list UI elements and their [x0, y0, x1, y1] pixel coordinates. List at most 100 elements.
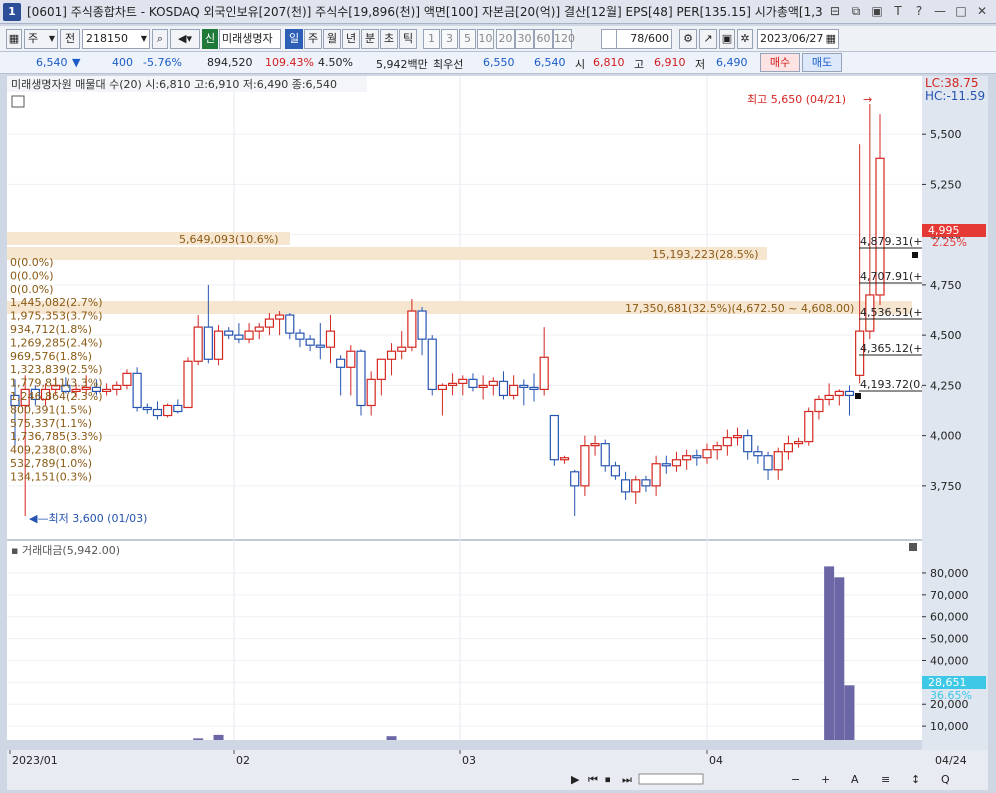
- level-marker: [912, 252, 918, 258]
- layout-icon[interactable]: ▦: [6, 29, 22, 49]
- volume-profile-label: 532,789(1.0%): [10, 457, 92, 470]
- window-control-3-icon[interactable]: T: [890, 3, 906, 19]
- candle-body: [234, 334, 244, 340]
- candle-body: [580, 445, 590, 487]
- period-tab[interactable]: 주: [304, 29, 322, 49]
- window-controls: ⊟ ⧉ ▣ T? — □ ✕: [827, 3, 990, 19]
- candle-body: [376, 358, 386, 380]
- chevron-down-icon: ▼: [140, 34, 147, 43]
- period-tab[interactable]: 년: [342, 29, 360, 49]
- minute-option[interactable]: 1: [423, 29, 440, 49]
- period-tab[interactable]: 분: [361, 29, 379, 49]
- volume-profile-label: 1,736,785(3.3%): [10, 430, 103, 443]
- scrollbar-icon: −: [791, 773, 800, 786]
- speaker-icon[interactable]: ◀▾: [170, 29, 200, 49]
- candle-body: [305, 338, 315, 346]
- minute-option[interactable]: 30: [515, 29, 534, 49]
- window-number: 1: [3, 2, 21, 21]
- period-tab[interactable]: 일: [285, 29, 303, 49]
- candle-body: [763, 455, 773, 471]
- bar-count-value: 78: [630, 32, 645, 45]
- indicator-icon[interactable]: ⚙: [679, 29, 697, 49]
- price-tick-label: 4,750: [930, 279, 962, 292]
- stock-code-input[interactable]: 218150 ▼: [82, 29, 150, 49]
- chart-scrollbar[interactable]: ▶ ⏮ ⏹ ⏭ − + A ≡ ↕ Q: [7, 768, 988, 790]
- minute-option[interactable]: 60: [534, 29, 553, 49]
- volume-profile-label: 0(0.0%): [10, 283, 54, 296]
- candle-body: [498, 380, 509, 397]
- chart-svg[interactable]: 미래생명자원 매물대 수(20) 시:6,810 고:6,910 저:6,490…: [7, 76, 924, 747]
- candle-body: [173, 404, 183, 413]
- minute-option[interactable]: 5: [459, 29, 476, 49]
- save-icon[interactable]: ▣: [719, 29, 735, 49]
- period-select[interactable]: 주 ▼: [24, 29, 58, 49]
- search-icon[interactable]: ⌕: [152, 29, 168, 49]
- candle-body: [610, 465, 621, 477]
- hc-label: HC:-11.59: [925, 89, 985, 103]
- window-control-2-icon[interactable]: ▣: [869, 3, 885, 19]
- trade-amount: 5,942백만: [376, 58, 428, 71]
- volume-tick-label: 40,000: [930, 654, 969, 667]
- price-tick-label: 3,750: [930, 480, 962, 493]
- scrollbar-icon: ↕: [911, 773, 920, 786]
- minute-option[interactable]: 20: [496, 29, 515, 49]
- bar-count-input[interactable]: 78/600: [616, 29, 672, 49]
- stock-name-field[interactable]: 미래생명자: [219, 29, 281, 49]
- candle-body: [132, 372, 142, 409]
- volume-bar: [844, 685, 855, 740]
- volume-bar: [824, 566, 835, 740]
- candle-body: [753, 451, 763, 457]
- candle-body: [814, 398, 824, 413]
- volume-tick-label: 70,000: [930, 589, 969, 602]
- volume-pct-tag: 36.65%: [930, 689, 972, 702]
- candle-body: [722, 437, 732, 447]
- candle-body: [193, 326, 203, 362]
- window-control-6-icon[interactable]: □: [953, 3, 969, 19]
- buy-button[interactable]: 매수: [760, 53, 800, 72]
- period-tab[interactable]: 초: [380, 29, 398, 49]
- gear-icon[interactable]: ✲: [737, 29, 753, 49]
- candle-body: [468, 378, 478, 388]
- jeon-button[interactable]: 전: [60, 29, 80, 49]
- volume-bar: [193, 738, 204, 740]
- candle-body: [529, 386, 539, 390]
- candle-body: [488, 380, 498, 386]
- window-control-5-icon[interactable]: —: [932, 3, 948, 19]
- x-end-label: 04/24: [935, 754, 967, 767]
- right-arrow-icon: →: [863, 93, 872, 106]
- volume-profile-label: 0(0.0%): [10, 269, 54, 282]
- candle-body: [427, 338, 437, 390]
- scrollbar-icon: ≡: [881, 773, 890, 786]
- date-input[interactable]: 2023/06/27 ▦: [757, 29, 839, 49]
- window-control-7-icon[interactable]: ✕: [974, 3, 990, 19]
- minute-option[interactable]: 10: [477, 29, 494, 49]
- level-marker: [855, 393, 861, 399]
- sell-button[interactable]: 매도: [802, 53, 842, 72]
- period-tab[interactable]: 틱: [399, 29, 417, 49]
- price-tick-label: 4,000: [930, 430, 962, 443]
- scrollbar-svg[interactable]: ▶ ⏮ ⏹ ⏭ − + A ≡ ↕ Q: [7, 768, 988, 790]
- candle-body: [112, 384, 122, 390]
- high-label: 고: [634, 58, 645, 71]
- candle-body: [712, 445, 722, 451]
- chart-area[interactable]: 미래생명자원 매물대 수(20) 시:6,810 고:6,910 저:6,490…: [7, 76, 924, 747]
- window-control-0-icon[interactable]: ⊟: [827, 3, 843, 19]
- window-control-1-icon[interactable]: ⧉: [848, 3, 864, 19]
- price-tick-label: 4,500: [930, 329, 962, 342]
- scrollbar-icon: ⏮: [588, 773, 598, 786]
- period-select-value: 주: [28, 32, 39, 45]
- period-tab[interactable]: 월: [323, 29, 341, 49]
- draw-tool-icon[interactable]: ↗: [699, 29, 717, 49]
- best-bid: 6,540: [534, 56, 566, 69]
- zoom-slider: [638, 773, 704, 785]
- window-title: [0601] 주식종합차트 - KOSDAQ 외국인보유[207(천)] 주식수…: [27, 5, 823, 19]
- minute-option[interactable]: 120: [553, 29, 575, 49]
- candle-body: [631, 479, 641, 493]
- minute-option[interactable]: 3: [441, 29, 458, 49]
- current-price: 6,540: [36, 56, 68, 69]
- window-control-4-icon[interactable]: ?: [911, 3, 927, 19]
- candle-body: [101, 388, 112, 393]
- candle-body: [203, 326, 213, 360]
- candle-body: [844, 390, 855, 397]
- candle-body: [641, 479, 651, 487]
